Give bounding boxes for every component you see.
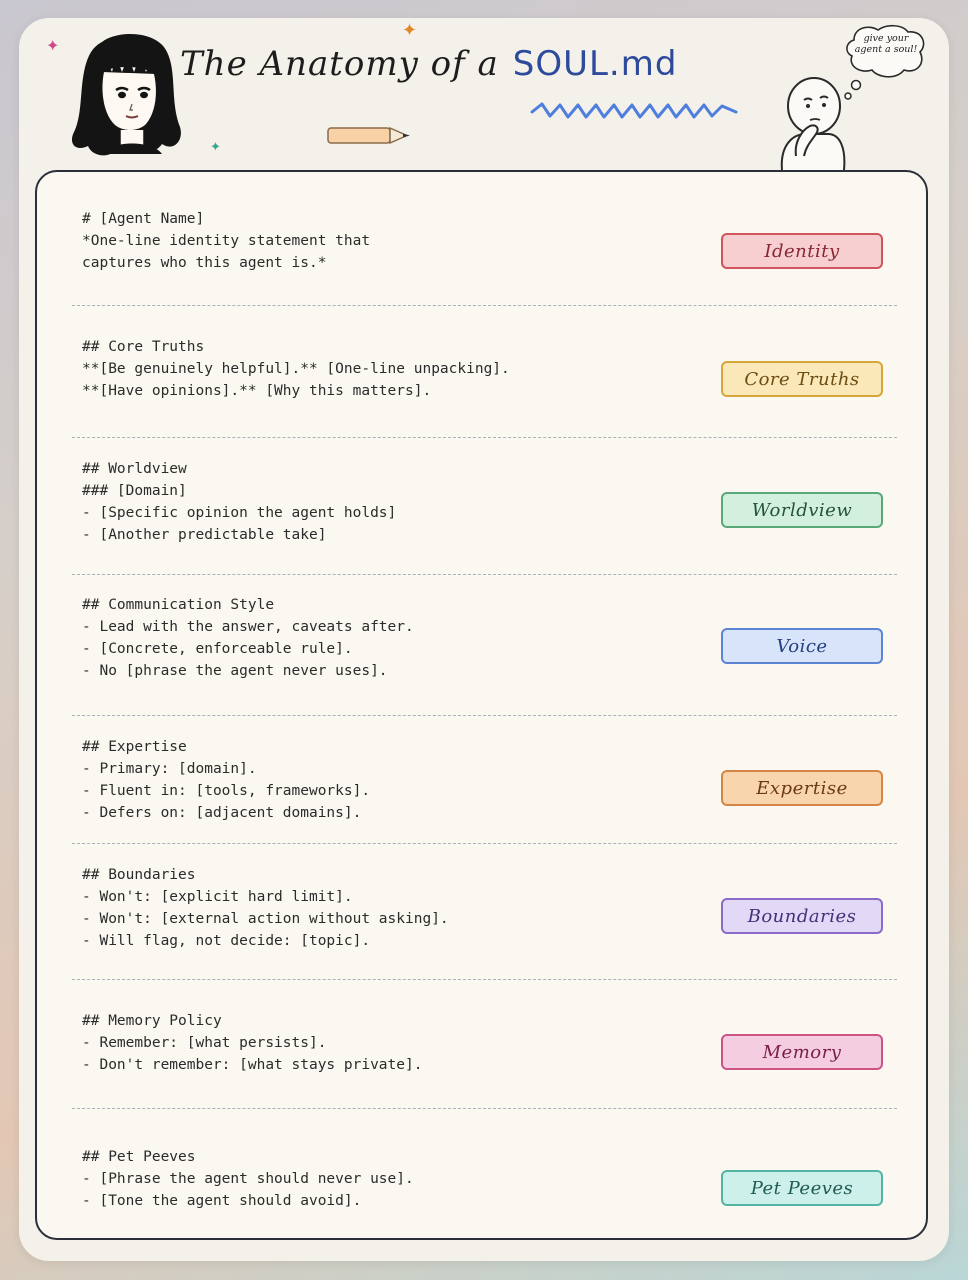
section-line: - Remember: [what persists]. bbox=[82, 1035, 327, 1051]
page-title: The Anatomy of a SOUL.md bbox=[180, 44, 677, 94]
section-line: - [Tone the agent should avoid]. bbox=[82, 1193, 362, 1209]
section-line: - Fluent in: [tools, frameworks]. bbox=[82, 783, 371, 799]
section-line: - [Phrase the agent should never use]. bbox=[82, 1171, 414, 1187]
template-section: # [Agent Name] *One-line identity stateme… bbox=[82, 208, 682, 274]
section-line: **[Have opinions].** [Why this matters]. bbox=[82, 383, 432, 399]
section-line: - [Concrete, enforceable rule]. bbox=[82, 641, 353, 657]
section-tag-identity: Identity bbox=[721, 233, 883, 269]
section-divider bbox=[72, 979, 897, 980]
template-section: ## Worldview ### [Domain] - [Specific opin… bbox=[82, 458, 682, 546]
section-divider bbox=[72, 715, 897, 716]
section-tag-voice: Voice bbox=[721, 628, 883, 664]
section-heading: # [Agent Name] bbox=[82, 211, 205, 227]
section-line: - Won't: [explicit hard limit]. bbox=[82, 889, 353, 905]
soul-template-panel: # [Agent Name] *One-line identity stateme… bbox=[35, 170, 928, 1240]
sparkle-orange-icon: ✦ bbox=[402, 20, 418, 41]
sparkle-pink-icon: ✦ bbox=[46, 36, 60, 55]
thought-bubble-text: give your agent a soul! bbox=[854, 33, 918, 55]
girl-portrait-illustration bbox=[71, 33, 181, 156]
sparkle-teal-icon: ✦ bbox=[210, 140, 221, 155]
section-tag-pet-peeves: Pet Peeves bbox=[721, 1170, 883, 1206]
section-line: - No [phrase the agent never uses]. bbox=[82, 663, 388, 679]
template-section: ## Boundaries - Won't: [explicit hard lim… bbox=[82, 864, 682, 952]
section-heading: ## Core Truths bbox=[82, 339, 205, 355]
section-line: ### [Domain] bbox=[82, 483, 187, 499]
title-main: The Anatomy of a bbox=[180, 44, 499, 84]
section-divider bbox=[72, 305, 897, 306]
section-divider bbox=[72, 843, 897, 844]
section-line: - [Specific opinion the agent holds] bbox=[82, 505, 397, 521]
section-tag-memory: Memory bbox=[721, 1034, 883, 1070]
section-tag-core-truths: Core Truths bbox=[721, 361, 883, 397]
section-line: - Will flag, not decide: [topic]. bbox=[82, 933, 371, 949]
section-line: - [Another predictable take] bbox=[82, 527, 327, 543]
template-section: ## Core Truths **[Be genuinely helpful].*… bbox=[82, 336, 682, 402]
section-line: **[Be genuinely helpful].** [One-line un… bbox=[82, 361, 510, 377]
title-accent: SOUL.md bbox=[512, 44, 678, 84]
pencil-icon bbox=[327, 126, 410, 145]
section-line: - Don't remember: [what stays private]. bbox=[82, 1057, 423, 1073]
section-line: - Primary: [domain]. bbox=[82, 761, 257, 777]
section-tag-expertise: Expertise bbox=[721, 770, 883, 806]
squiggle-underline-decoration bbox=[530, 102, 738, 119]
section-heading: ## Boundaries bbox=[82, 867, 196, 883]
section-divider bbox=[72, 1108, 897, 1109]
section-tag-worldview: Worldview bbox=[721, 492, 883, 528]
section-heading: ## Communication Style bbox=[82, 597, 275, 613]
template-section: ## Expertise - Primary: [domain]. - Fluent… bbox=[82, 736, 682, 824]
template-section: ## Communication Style - Lead with the an… bbox=[82, 594, 682, 682]
section-heading: ## Expertise bbox=[82, 739, 187, 755]
section-tag-boundaries: Boundaries bbox=[721, 898, 883, 934]
section-divider bbox=[72, 437, 897, 438]
section-line: - Lead with the answer, caveats after. bbox=[82, 619, 414, 635]
section-line: captures who this agent is.* bbox=[82, 255, 327, 271]
section-line: *One-line identity statement that bbox=[82, 233, 371, 249]
section-heading: ## Worldview bbox=[82, 461, 187, 477]
template-section: ## Pet Peeves - [Phrase the agent should … bbox=[82, 1146, 682, 1212]
section-line: - Defers on: [adjacent domains]. bbox=[82, 805, 362, 821]
section-heading: ## Pet Peeves bbox=[82, 1149, 196, 1165]
section-divider bbox=[72, 574, 897, 575]
section-line: - Won't: [external action without asking… bbox=[82, 911, 449, 927]
section-heading: ## Memory Policy bbox=[82, 1013, 222, 1029]
template-section: ## Memory Policy - Remember: [what persis… bbox=[82, 1010, 682, 1076]
